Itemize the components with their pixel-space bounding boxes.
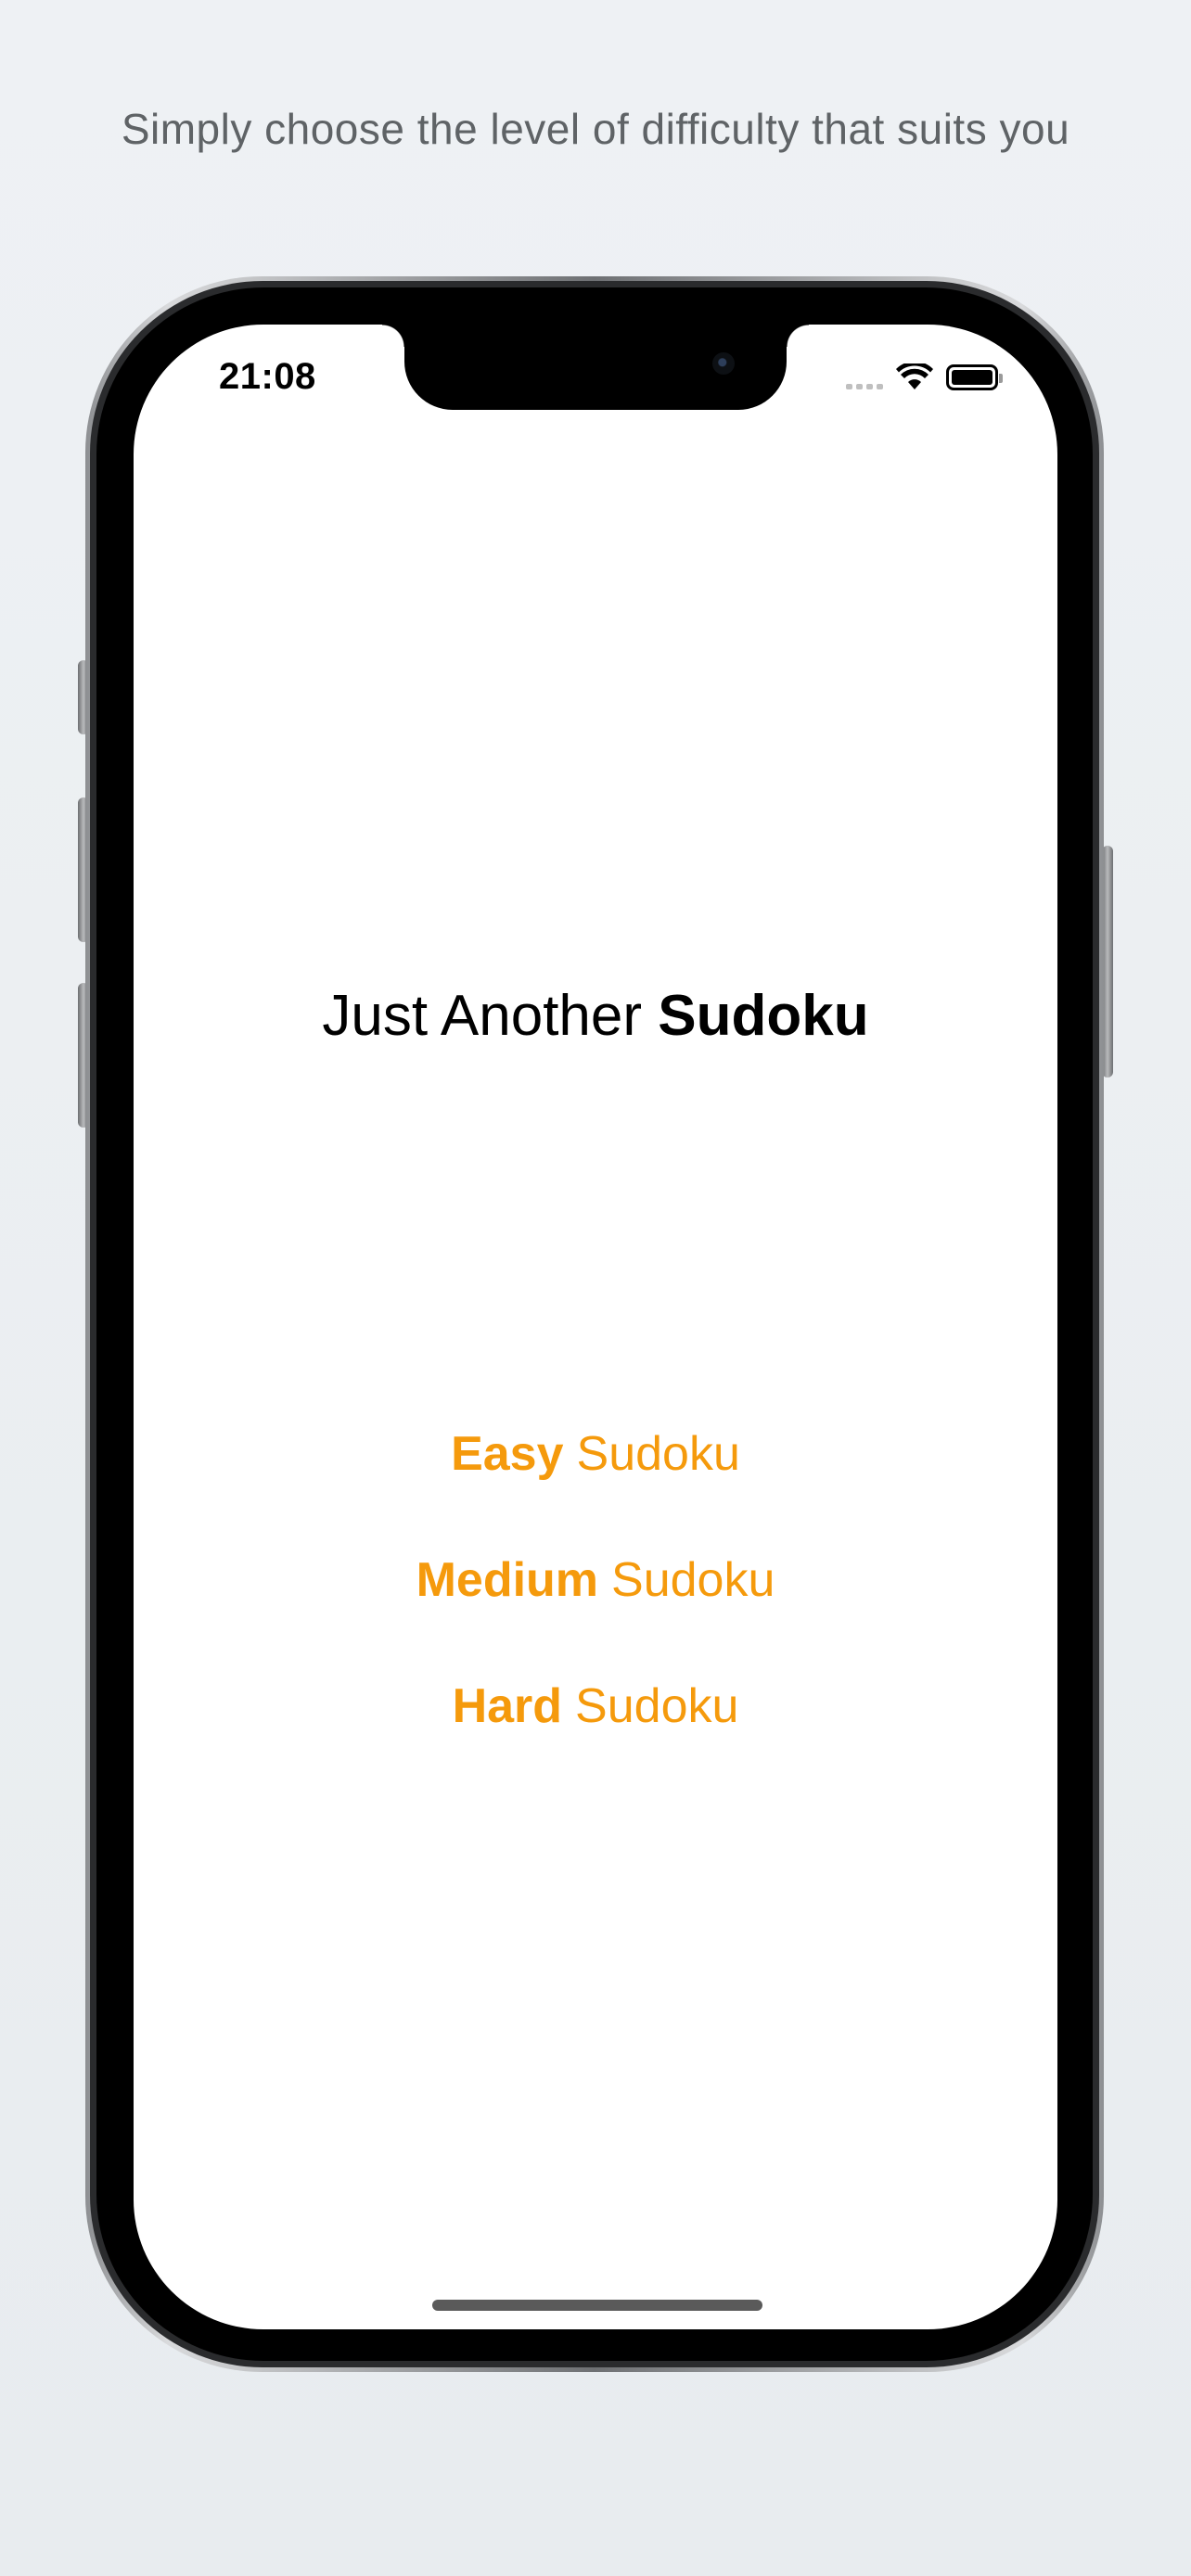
difficulty-suffix: Sudoku xyxy=(575,1679,739,1733)
marketing-caption: Simply choose the level of difficulty th… xyxy=(121,105,1070,153)
difficulty-level: Medium xyxy=(416,1553,599,1607)
status-time: 21:08 xyxy=(219,356,316,397)
status-icons xyxy=(846,363,1003,391)
difficulty-suffix: Sudoku xyxy=(611,1553,775,1607)
app-title-regular: Just Another xyxy=(322,984,643,1048)
wifi-icon xyxy=(896,363,933,389)
difficulty-suffix: Sudoku xyxy=(576,1427,740,1481)
difficulty-menu: Easy Sudoku Medium Sudoku Hard Sudoku xyxy=(134,1391,1057,1769)
battery-icon xyxy=(946,364,1003,390)
front-camera-icon xyxy=(712,352,735,375)
home-indicator[interactable] xyxy=(432,2300,762,2311)
cellular-signal-icon xyxy=(846,365,883,389)
notch xyxy=(382,325,809,410)
hard-sudoku-button[interactable]: Hard Sudoku xyxy=(134,1643,1057,1769)
difficulty-level: Hard xyxy=(452,1679,563,1733)
difficulty-level: Easy xyxy=(451,1427,564,1481)
app-title: Just Another Sudoku xyxy=(134,983,1057,1049)
app-title-bold: Sudoku xyxy=(658,984,869,1048)
medium-sudoku-button[interactable]: Medium Sudoku xyxy=(134,1517,1057,1643)
easy-sudoku-button[interactable]: Easy Sudoku xyxy=(134,1391,1057,1517)
phone-screen: 21:08 Just Another Sudoku Easy Sudoku Me… xyxy=(134,325,1057,2329)
